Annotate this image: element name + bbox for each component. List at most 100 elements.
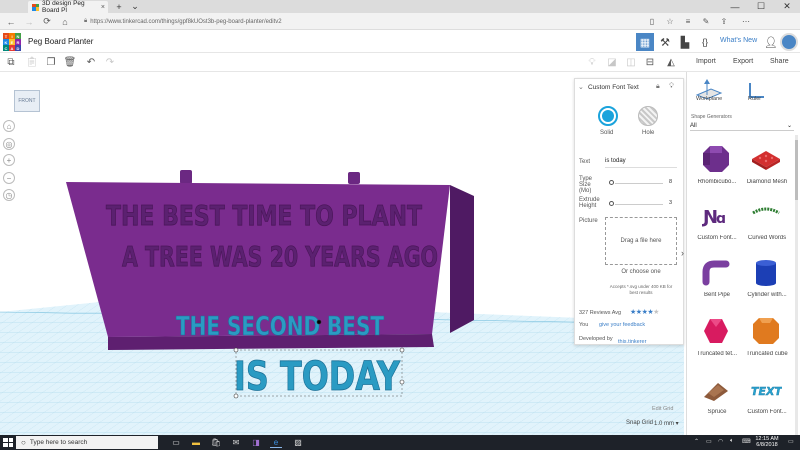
minimize-button[interactable]: —	[722, 0, 748, 13]
paste-icon[interactable]: 📋︎	[25, 55, 39, 69]
shape-inspector: ⌄ Custom Font Text 🔒︎ 💡︎ Solid Hole Text…	[574, 78, 684, 345]
maximize-button[interactable]: ☐	[748, 0, 774, 13]
mail-icon[interactable]: ✉	[230, 437, 242, 448]
more-options-icon[interactable]: ⋯	[740, 16, 752, 27]
give-feedback-link[interactable]: give your feedback	[599, 322, 645, 328]
url-field[interactable]: 🔒︎ https://www.tinkercad.com/things/gpf8…	[84, 16, 484, 27]
shape-curved-words[interactable]: Curved Words	[740, 199, 790, 251]
home-view-icon[interactable]: ⌂	[3, 120, 15, 132]
edit-grid-link[interactable]: Edit Grid	[652, 406, 673, 412]
perspective-icon[interactable]: ◷	[3, 189, 15, 201]
tray-chevron-icon[interactable]: ⌃	[694, 438, 699, 445]
taskbar-search-field[interactable]: ○ Type here to search	[16, 436, 158, 449]
favorite-star-icon[interactable]: ☆	[664, 16, 676, 27]
extrude-slider[interactable]	[615, 204, 663, 205]
tray-wifi-icon[interactable]: ◠	[718, 438, 723, 445]
fit-view-icon[interactable]: ◎	[3, 138, 15, 150]
shape-bent-pipe[interactable]: Bent Pipe	[690, 256, 740, 308]
reading-view-icon[interactable]: ▯	[646, 16, 658, 27]
lock-icon: 🔒︎	[84, 18, 88, 24]
refresh-icon[interactable]: ⟳	[40, 15, 54, 28]
mirror-icon[interactable]: ◭	[664, 55, 678, 69]
choose-one-link[interactable]: Or choose one	[605, 269, 677, 275]
shape-cylinder-with[interactable]: Cylinder with...	[740, 256, 790, 308]
hub-icon[interactable]: ≡	[682, 16, 694, 27]
close-window-button[interactable]: ✕	[774, 0, 800, 13]
light-bulb-icon[interactable]: 💡︎	[585, 55, 599, 69]
forward-arrow-icon[interactable]: →	[22, 15, 36, 28]
delete-trash-icon[interactable]: 🗑︎	[63, 55, 77, 69]
snap-grid-select[interactable]: 1.0 mm ▾	[654, 420, 679, 427]
group-icon[interactable]: ◪	[605, 55, 619, 69]
shape-category-select[interactable]: All ⌄	[690, 121, 794, 131]
text-input[interactable]: is today	[605, 158, 677, 168]
shape-custom-font-2[interactable]: TEXT Custom Font...	[740, 373, 790, 425]
shape-spruce[interactable]: Spruce	[690, 373, 740, 425]
new-tab-button[interactable]: +	[112, 0, 126, 13]
copy-icon[interactable]: ⧉	[4, 55, 18, 69]
zoom-in-icon[interactable]: +	[3, 154, 15, 166]
whats-new-link[interactable]: What's New	[720, 37, 757, 44]
store-bag-icon[interactable]: 🛍︎	[210, 437, 222, 448]
tray-clock[interactable]: 12:15 AM 6/8/2018	[752, 436, 782, 448]
undo-icon[interactable]: ↶	[84, 55, 98, 69]
edge-browser-icon[interactable]: e	[270, 437, 282, 448]
blocks-pickaxe-icon[interactable]: ⚒	[656, 33, 674, 51]
type-size-slider-handle[interactable]	[609, 180, 614, 185]
onenote-icon[interactable]: ◨	[250, 437, 262, 448]
design-title[interactable]: Peg Board Planter	[28, 37, 93, 46]
avatar[interactable]	[780, 33, 798, 51]
tray-network-icon[interactable]: ▭	[706, 438, 712, 445]
collapse-chevron-icon[interactable]: ⌄	[578, 83, 584, 91]
file-drop-zone[interactable]: Drag a file here	[605, 217, 677, 265]
browser-tab[interactable]: 3D design Peg Board Pl ×	[28, 0, 108, 14]
lock-icon[interactable]: 🔒︎	[656, 83, 660, 91]
tray-volume-icon[interactable]: 🔈︎	[730, 438, 734, 445]
shape-custom-font[interactable]: Ɲ ɑ Custom Font...	[690, 199, 740, 251]
solid-toggle[interactable]	[598, 106, 618, 126]
bricks-icon[interactable]: ▙	[676, 33, 694, 51]
hole-toggle[interactable]	[638, 106, 658, 126]
share-button[interactable]: Share	[770, 58, 789, 65]
bent-pipe-icon	[702, 260, 730, 286]
home-icon[interactable]: ⌂	[58, 15, 72, 28]
tinkercad-logo[interactable]: T I N K E R C A D	[3, 33, 21, 51]
share-icon[interactable]: ⇪	[718, 16, 730, 27]
shape-diamond-mesh[interactable]: Diamond Mesh	[740, 143, 790, 195]
photos-icon[interactable]: ▨	[292, 437, 304, 448]
ungroup-icon[interactable]: ◫	[624, 55, 638, 69]
align-icon[interactable]: ⊟	[643, 55, 657, 69]
light-bulb-icon[interactable]: 💡︎	[669, 83, 674, 91]
extrude-value[interactable]: 3	[669, 200, 672, 206]
task-view-icon[interactable]: ▭	[170, 437, 182, 448]
developer-link[interactable]: this.tinkerer	[618, 339, 646, 345]
shape-truncated-tetrahedron[interactable]: Truncated tet...	[690, 315, 740, 367]
collapse-panel-chevron-icon[interactable]: ›	[681, 248, 684, 258]
taskbar-search-placeholder: Type here to search	[29, 439, 88, 446]
shape-rhombicuboctahedron[interactable]: Rhombicubo...	[690, 143, 740, 195]
type-size-slider[interactable]	[615, 183, 663, 184]
add-user-icon[interactable]: 👤︎	[762, 33, 780, 51]
windows-start-icon[interactable]	[2, 437, 14, 448]
explorer-folder-icon[interactable]: ▬	[190, 437, 202, 448]
shapes-scrollbar-thumb[interactable]	[795, 140, 798, 200]
duplicate-icon[interactable]: ❐	[44, 55, 58, 69]
extrude-slider-handle[interactable]	[609, 201, 614, 206]
zoom-out-icon[interactable]: −	[3, 172, 15, 184]
view-cube[interactable]: FRONT	[14, 90, 40, 112]
text-line-3: THE SECOND BEST	[176, 312, 384, 342]
tab-close-icon[interactable]: ×	[101, 4, 105, 11]
codeblocks-icon[interactable]: {}	[696, 33, 714, 51]
import-button[interactable]: Import	[696, 58, 716, 65]
tray-keyboard-icon[interactable]: ⌨	[742, 438, 751, 445]
action-center-icon[interactable]: ▭	[788, 438, 794, 445]
shape-truncated-cube[interactable]: Truncated cube	[740, 315, 790, 367]
export-button[interactable]: Export	[733, 58, 753, 65]
back-arrow-icon[interactable]: ←	[4, 15, 18, 28]
tab-list-chevron-icon[interactable]: ⌄	[128, 0, 142, 13]
redo-icon[interactable]: ↷	[103, 55, 117, 69]
notes-icon[interactable]: ✎	[700, 16, 712, 27]
3d-view-grid-icon[interactable]: ▦	[636, 33, 654, 51]
text-line-2: A TREE WAS 20 YEARS AGO	[122, 240, 438, 273]
type-size-value[interactable]: 8	[669, 179, 672, 185]
